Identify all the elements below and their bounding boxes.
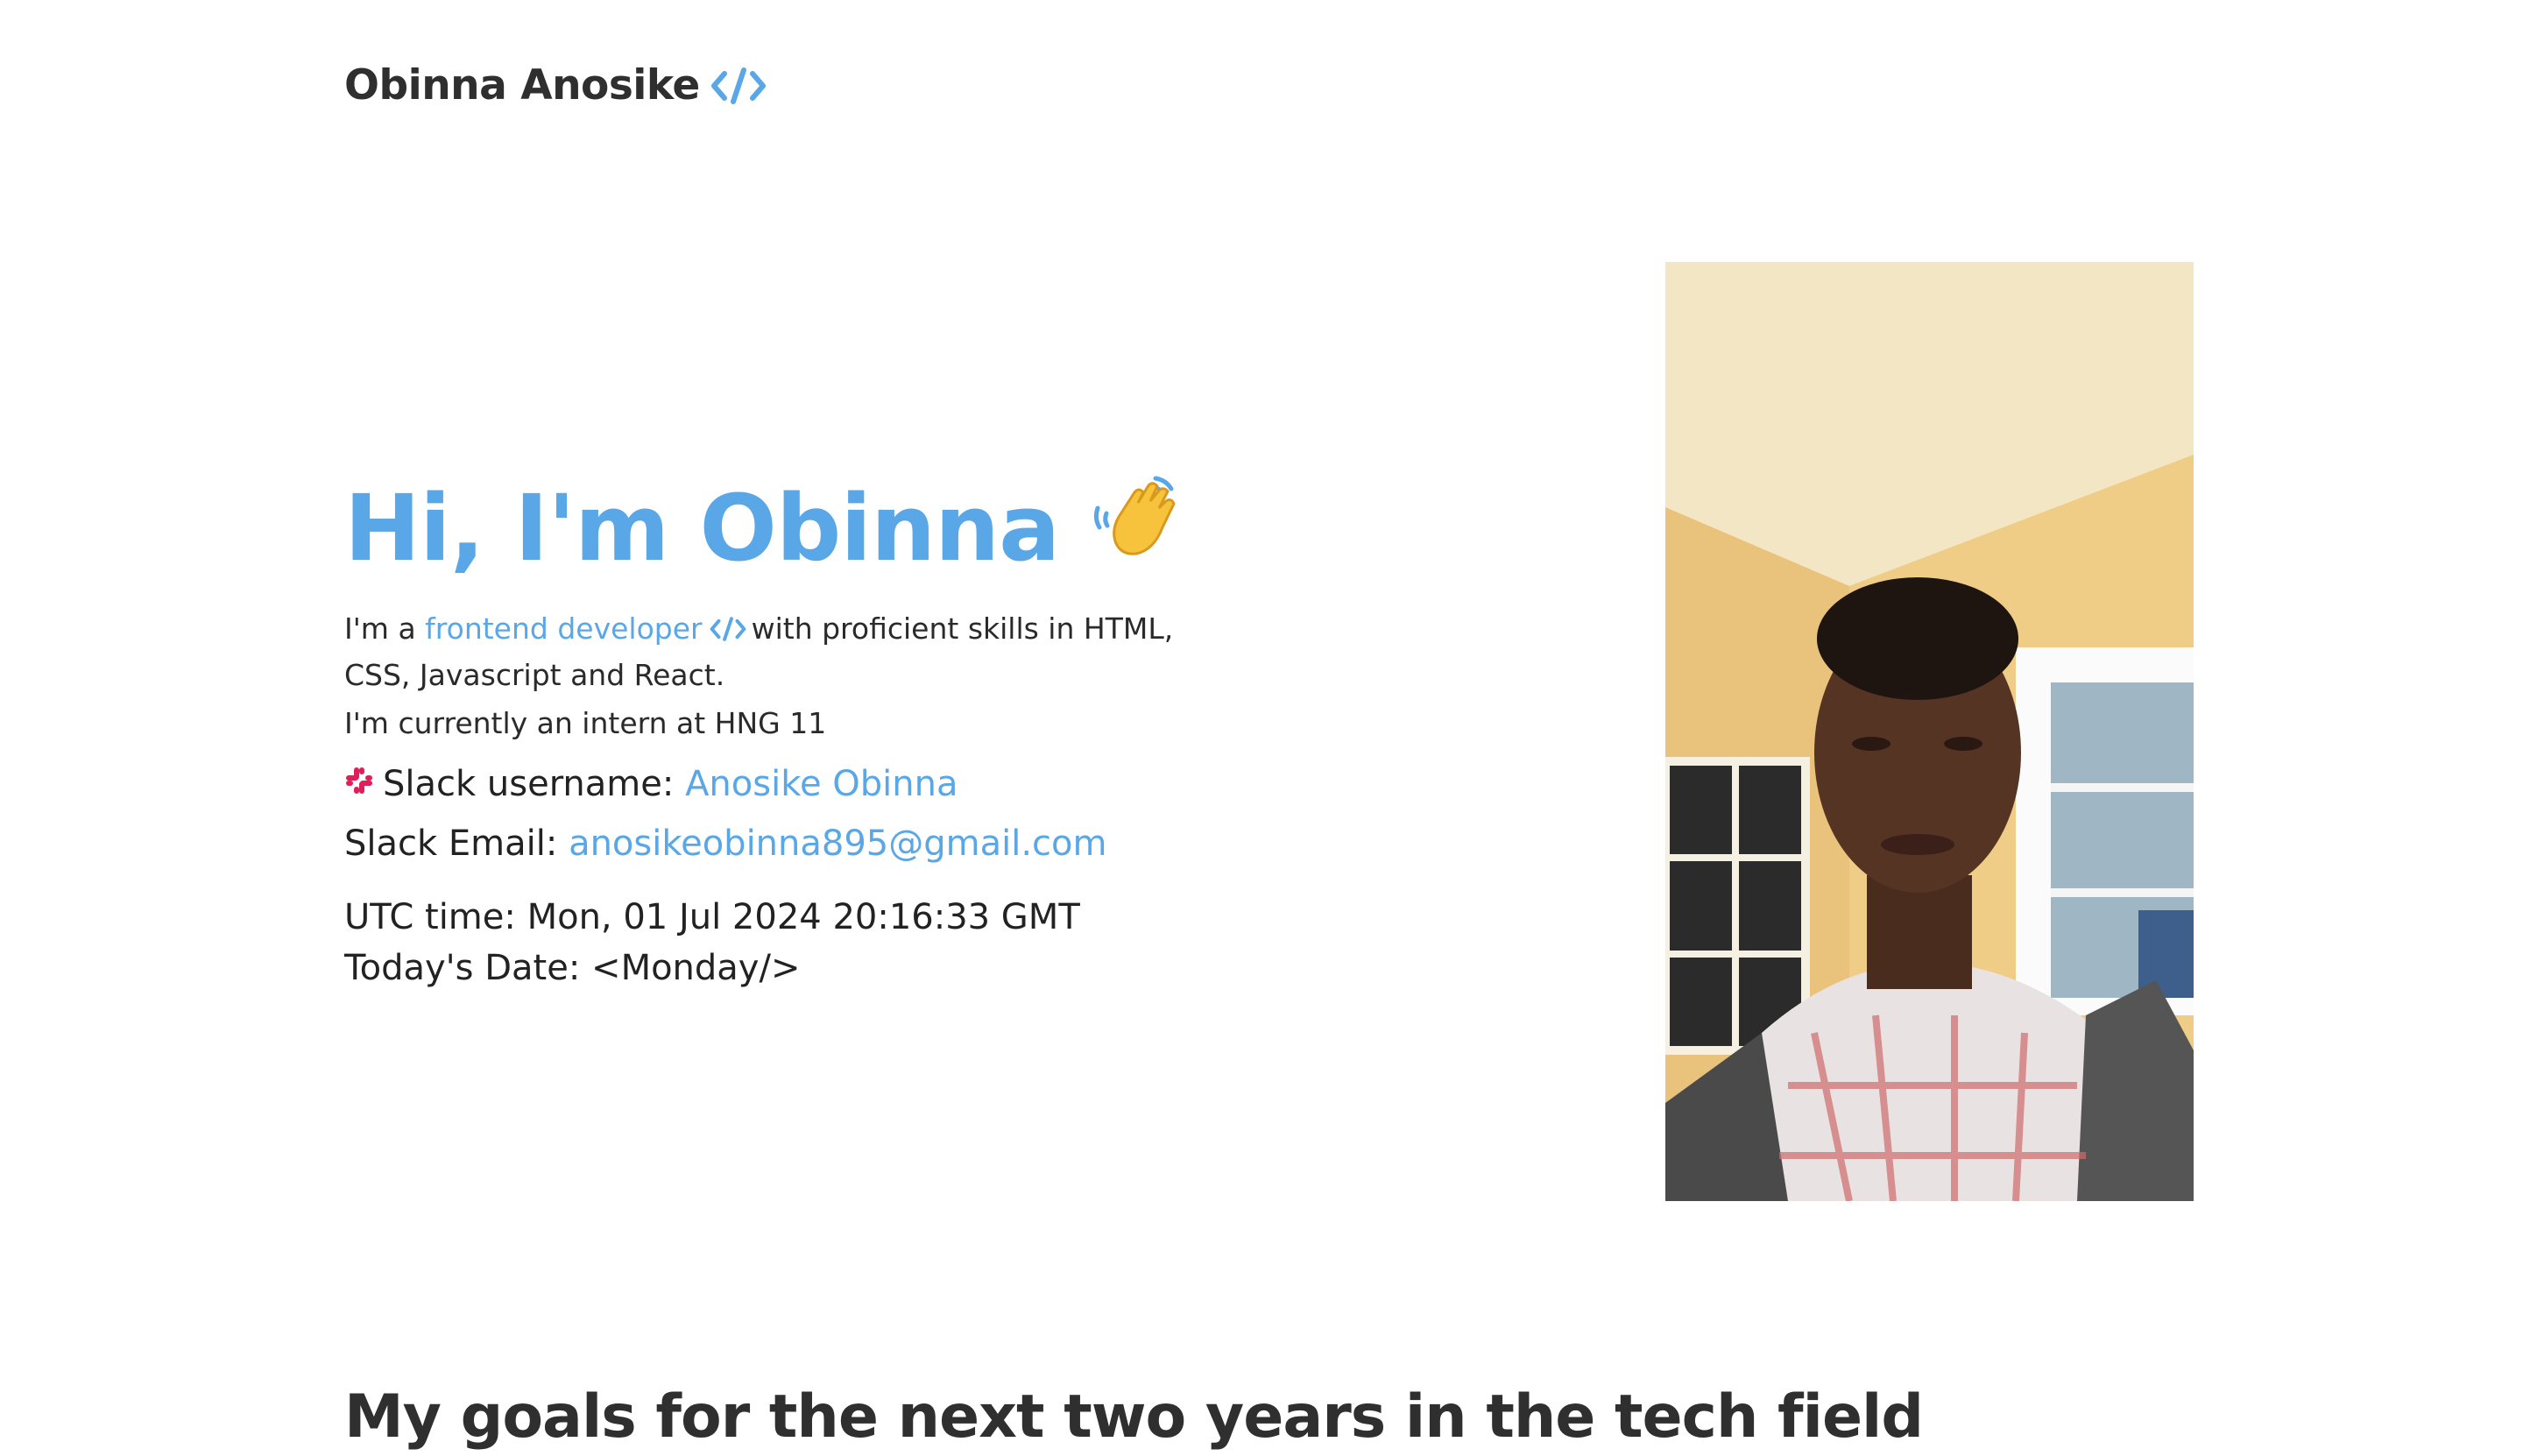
hero-title: Hi, I'm Obinna <box>344 473 1189 583</box>
page: Obinna Anosike Hi, I'm Obinna I'm a fron… <box>0 0 2523 1456</box>
intern-text: I'm currently an intern at HNG 11 <box>344 706 827 740</box>
intro-paragraph: I'm a frontend developer with proficient… <box>344 608 1238 696</box>
slack-username-row: Slack username: Anosike Obinna <box>344 764 958 804</box>
slack-icon <box>344 764 374 804</box>
hero-title-text: Hi, I'm Obinna <box>344 474 1060 582</box>
code-brackets-icon <box>710 612 746 654</box>
today-date-label: Today's Date: <box>344 948 581 988</box>
slack-email-link[interactable]: anosikeobinna895@gmail.com <box>569 823 1106 864</box>
brand-logo[interactable]: Obinna Anosike <box>344 61 767 110</box>
profile-photo <box>1665 262 2194 1201</box>
slack-email-row: Slack Email: anosikeobinna895@gmail.com <box>344 823 1106 864</box>
today-date-value: <Monday/> <box>591 948 801 988</box>
slack-username-value[interactable]: Anosike Obinna <box>685 764 958 804</box>
utc-time-label: UTC time: <box>344 897 516 937</box>
goals-heading: My goals for the next two years in the t… <box>344 1382 1924 1452</box>
brand-name: Obinna Anosike <box>344 61 700 110</box>
frontend-developer-link[interactable]: frontend developer <box>425 611 702 646</box>
slack-username-label: Slack username: <box>383 764 675 804</box>
utc-time-value: Mon, 01 Jul 2024 20:16:33 GMT <box>527 897 1080 937</box>
utc-time-row: UTC time: Mon, 01 Jul 2024 20:16:33 GMT <box>344 897 1080 937</box>
today-date-row: Today's Date: <Monday/> <box>344 948 800 988</box>
slack-email-label: Slack Email: <box>344 823 558 864</box>
waving-hand-icon <box>1092 473 1189 583</box>
code-brackets-icon <box>710 65 767 107</box>
intro-prefix: I'm a <box>344 611 416 646</box>
